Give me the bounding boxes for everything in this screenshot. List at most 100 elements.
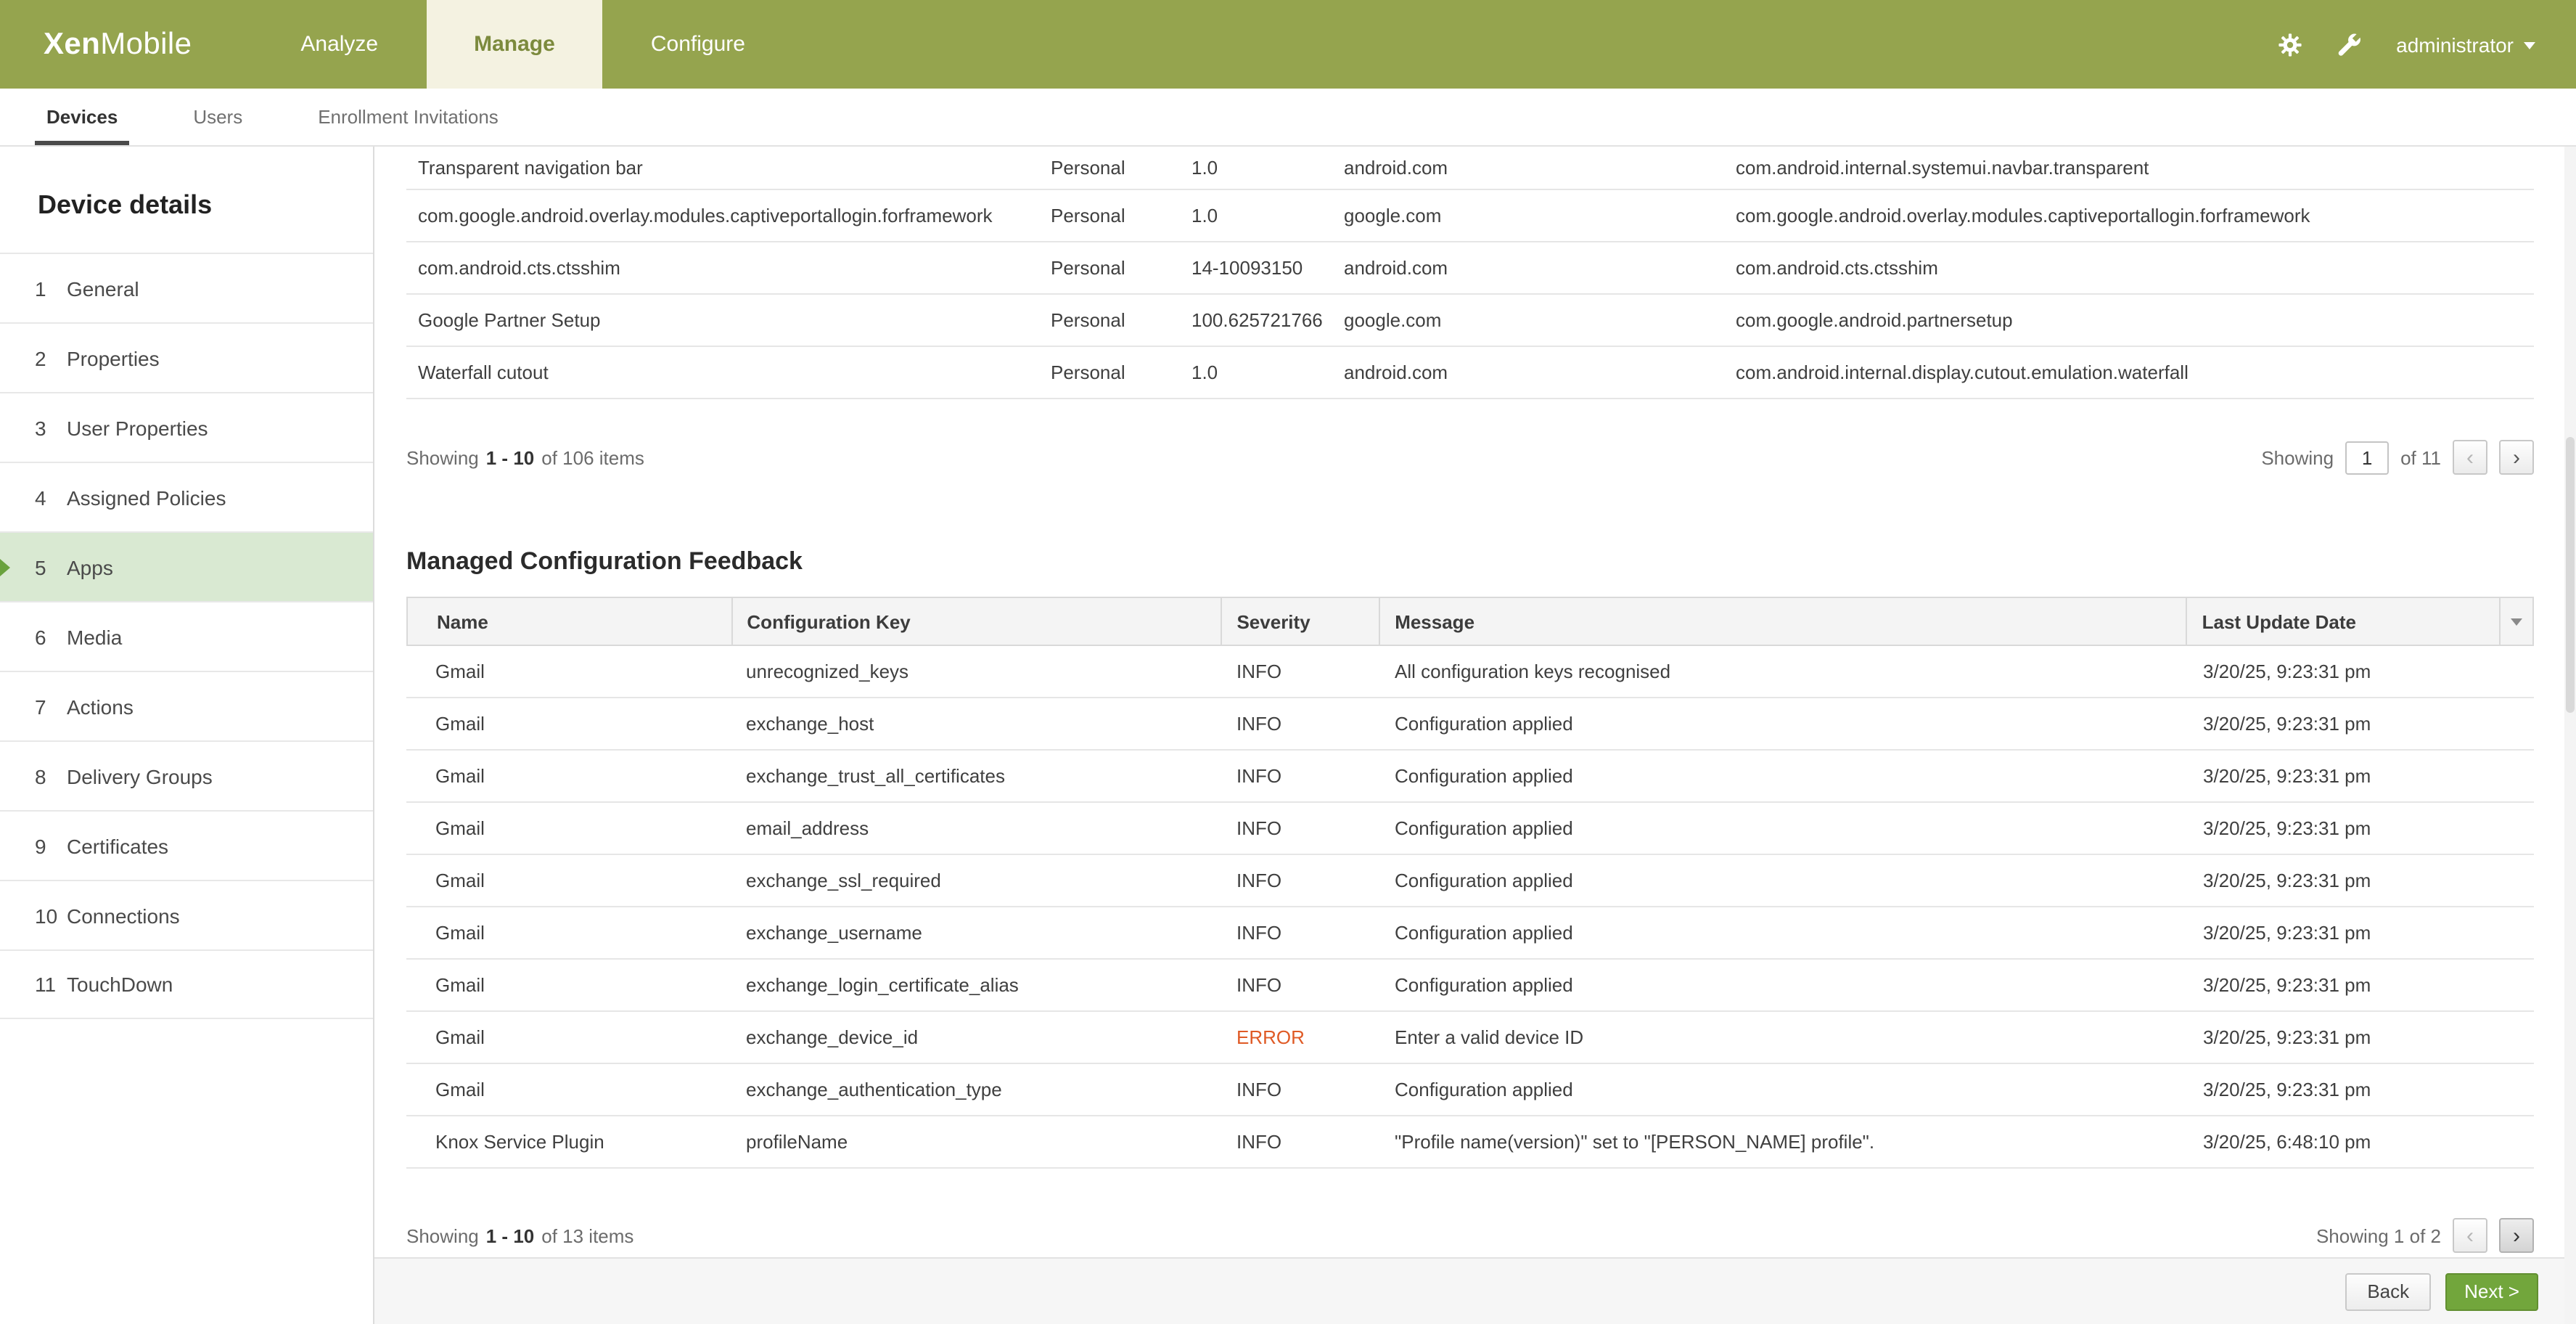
settings-gear-icon[interactable]	[2271, 25, 2309, 63]
app-cell: com.google.android.overlay.modules.capti…	[1736, 205, 2534, 226]
sidebar-item-apps[interactable]: 5Apps	[0, 531, 373, 601]
sidebar-item-number: 3	[35, 416, 61, 439]
column-header-message[interactable]: Message	[1380, 598, 2187, 645]
footer-bar: Back Next >	[374, 1257, 2576, 1324]
feedback-config-key: exchange_ssl_required	[731, 870, 1222, 891]
showing-label: Showing	[406, 446, 479, 468]
feedback-date: 3/20/25, 9:23:31 pm	[2189, 974, 2502, 996]
feedback-severity: INFO	[1222, 817, 1380, 839]
column-header-last-update-date[interactable]: Last Update Date	[2188, 598, 2501, 645]
apps-pagination: Showing 1 - 10 of 106 items Showing of 1…	[406, 437, 2534, 478]
subnav-tab-users[interactable]: Users	[155, 89, 280, 145]
xenmobile-console: XenMobile AnalyzeManageConfigure	[0, 0, 2576, 1324]
brand-name-bold: Xen	[44, 27, 100, 62]
column-header-severity[interactable]: Severity	[1222, 598, 1380, 645]
feedback-name: Gmail	[406, 765, 731, 787]
user-menu[interactable]: administrator	[2396, 33, 2535, 56]
sidebar-item-label: User Properties	[67, 416, 208, 439]
app-table-row[interactable]: Google Partner SetupPersonal100.62572176…	[406, 295, 2534, 347]
app-cell: Personal	[1051, 157, 1191, 179]
apps-table: Transparent navigation barPersonal1.0and…	[406, 147, 2534, 399]
feedback-config-key: exchange_login_certificate_alias	[731, 974, 1222, 996]
feedback-table-row[interactable]: Gmailexchange_trust_all_certificatesINFO…	[406, 751, 2534, 803]
sidebar-item-label: Properties	[67, 346, 160, 369]
sidebar-item-label: General	[67, 277, 139, 300]
feedback-table-row[interactable]: Gmailexchange_usernameINFOConfiguration …	[406, 907, 2534, 960]
app-cell: android.com	[1344, 361, 1736, 383]
scrollbar-thumb[interactable]	[2566, 437, 2575, 713]
app-cell: Personal	[1051, 205, 1191, 226]
prev-page-button[interactable]: ‹	[2453, 440, 2487, 475]
feedback-table-row[interactable]: Gmailexchange_device_idERROREnter a vali…	[406, 1012, 2534, 1064]
app-table-row[interactable]: Waterfall cutoutPersonal1.0android.comco…	[406, 347, 2534, 399]
feedback-date: 3/20/25, 9:23:31 pm	[2189, 1079, 2502, 1100]
subnav-tab-enrollment-invitations[interactable]: Enrollment Invitations	[280, 89, 536, 145]
app-cell: google.com	[1344, 205, 1736, 226]
sidebar-item-certificates[interactable]: 9Certificates	[0, 810, 373, 880]
feedback-config-key: exchange_authentication_type	[731, 1079, 1222, 1100]
chevron-left-icon: ‹	[2466, 1223, 2474, 1248]
sidebar-item-touchdown[interactable]: 11TouchDown	[0, 949, 373, 1019]
sidebar-item-connections[interactable]: 10Connections	[0, 880, 373, 949]
sidebar-item-general[interactable]: 1General	[0, 253, 373, 322]
feedback-table-row[interactable]: Gmailexchange_ssl_requiredINFOConfigurat…	[406, 855, 2534, 907]
sidebar-item-media[interactable]: 6Media	[0, 601, 373, 671]
feedback-pager: Showing 1 of 2 ‹ ›	[2316, 1218, 2534, 1253]
feedback-config-key: exchange_trust_all_certificates	[731, 765, 1222, 787]
app-table-row[interactable]: com.google.android.overlay.modules.capti…	[406, 190, 2534, 242]
column-menu-button[interactable]	[2501, 598, 2532, 645]
feedback-severity: INFO	[1222, 765, 1380, 787]
column-header-configuration-key[interactable]: Configuration Key	[732, 598, 1222, 645]
feedback-date: 3/20/25, 9:23:31 pm	[2189, 870, 2502, 891]
app-cell: com.android.internal.display.cutout.emul…	[1736, 361, 2534, 383]
feedback-table-row[interactable]: Knox Service PluginprofileNameINFO"Profi…	[406, 1116, 2534, 1169]
top-bar: XenMobile AnalyzeManageConfigure	[0, 0, 2576, 89]
feedback-table-row[interactable]: Gmailexchange_authentication_typeINFOCon…	[406, 1064, 2534, 1116]
app-cell: com.android.internal.systemui.navbar.tra…	[1736, 157, 2534, 179]
sidebar-item-actions[interactable]: 7Actions	[0, 671, 373, 740]
feedback-message: Configuration applied	[1380, 974, 2189, 996]
sidebar-item-label: Actions	[67, 695, 134, 718]
feedback-message: Configuration applied	[1380, 922, 2189, 944]
back-button[interactable]: Back	[2345, 1272, 2431, 1310]
feedback-config-key: exchange_username	[731, 922, 1222, 944]
feedback-table-row[interactable]: Gmailunrecognized_keysINFOAll configurat…	[406, 646, 2534, 698]
prev-page-button[interactable]: ‹	[2453, 1218, 2487, 1253]
feedback-date: 3/20/25, 9:23:31 pm	[2189, 765, 2502, 787]
feedback-table-row[interactable]: Gmailexchange_login_certificate_aliasINF…	[406, 960, 2534, 1012]
app-cell: 1.0	[1191, 205, 1344, 226]
feedback-table-row[interactable]: Gmailemail_addressINFOConfiguration appl…	[406, 803, 2534, 855]
nav-tab-manage[interactable]: Manage	[426, 0, 603, 89]
feedback-name: Gmail	[406, 870, 731, 891]
sidebar-item-delivery-groups[interactable]: 8Delivery Groups	[0, 740, 373, 810]
feedback-table-row[interactable]: Gmailexchange_hostINFOConfiguration appl…	[406, 698, 2534, 751]
showing-total: of 106 items	[541, 446, 644, 468]
feedback-message: "Profile name(version)" set to "[PERSON_…	[1380, 1131, 2189, 1153]
feedback-message: All configuration keys recognised	[1380, 661, 2189, 682]
app-table-row[interactable]: Transparent navigation barPersonal1.0and…	[406, 147, 2534, 190]
sidebar-item-user-properties[interactable]: 3 User Properties	[0, 392, 373, 462]
next-page-button[interactable]: ›	[2499, 440, 2534, 475]
scrollbar-track[interactable]	[2564, 147, 2576, 1324]
next-button[interactable]: Next >	[2445, 1272, 2538, 1310]
tools-wrench-icon[interactable]	[2329, 25, 2367, 63]
column-header-name[interactable]: Name	[408, 598, 732, 645]
sidebar-item-properties[interactable]: 2Properties	[0, 322, 373, 392]
app-table-row[interactable]: com.android.cts.ctsshimPersonal14-100931…	[406, 242, 2534, 295]
nav-tab-analyze[interactable]: Analyze	[253, 0, 426, 89]
sidebar-item-number: 8	[35, 764, 61, 788]
next-page-button[interactable]: ›	[2499, 1218, 2534, 1253]
topbar-actions: administrator	[2271, 0, 2535, 89]
feedback-severity: INFO	[1222, 870, 1380, 891]
sidebar-item-assigned-policies[interactable]: 4Assigned Policies	[0, 462, 373, 531]
sidebar-item-number: 6	[35, 625, 61, 648]
sidebar-item-number: 10	[35, 904, 61, 927]
sidebar-item-label: TouchDown	[67, 973, 173, 996]
page-number-input[interactable]	[2345, 441, 2389, 474]
nav-tab-configure[interactable]: Configure	[603, 0, 793, 89]
feedback-name: Gmail	[406, 661, 731, 682]
feedback-severity: INFO	[1222, 974, 1380, 996]
sidebar-item-label: Certificates	[67, 834, 168, 857]
subnav-tab-devices[interactable]: Devices	[9, 89, 155, 145]
feedback-name: Gmail	[406, 922, 731, 944]
